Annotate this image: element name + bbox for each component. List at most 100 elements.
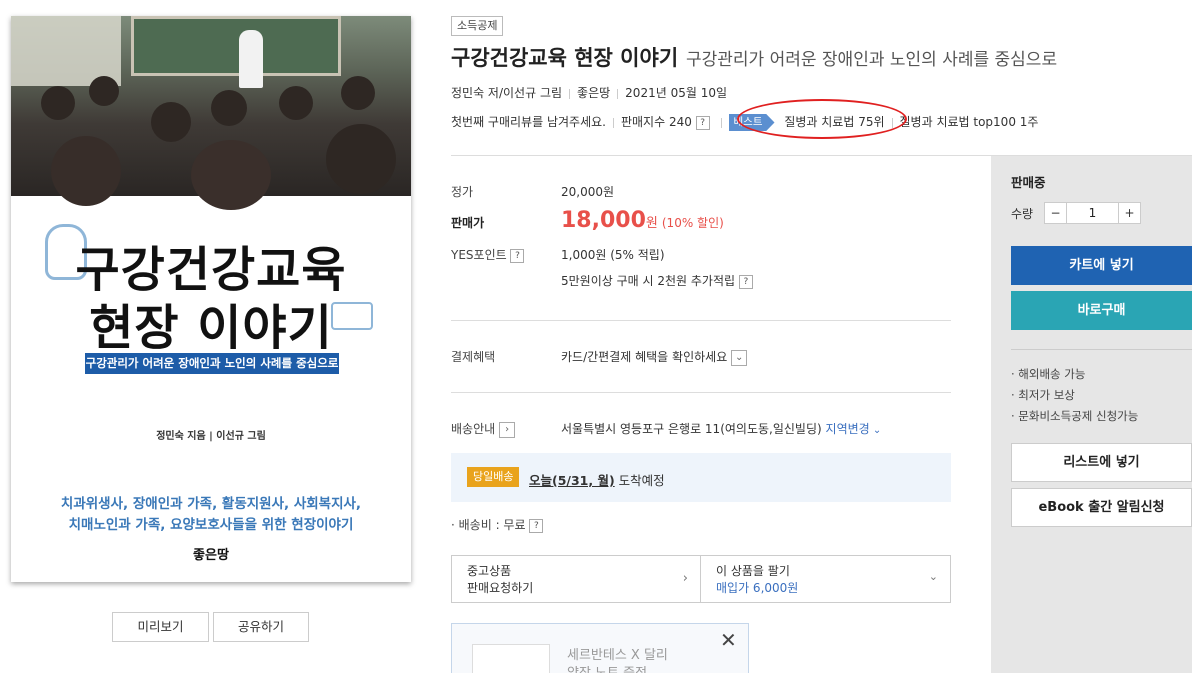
review-prompt-link[interactable]: 첫번째 구매리뷰를 남겨주세요.: [451, 115, 606, 129]
delivery-estimate-box: 당일배송 오늘(5/31, 월) 도착예정: [451, 453, 951, 502]
promo-image: [472, 644, 550, 673]
cover-photo-person: [89, 76, 119, 106]
used-request-label: 판매요청하기: [467, 581, 534, 595]
add-to-cart-button[interactable]: 카트에 넣기: [1011, 246, 1192, 285]
book-cover-image[interactable]: 구강건강교육 현장 이야기 구강관리가 어려운 장애인과 노인의 사례를 중심으…: [11, 16, 411, 582]
add-to-list-button[interactable]: 리스트에 넣기: [1011, 443, 1192, 482]
shipping-address-row: 서울특별시 영등포구 은행로 11(여의도동,일신빌딩) 지역변경 ⌄: [561, 420, 881, 437]
quantity-label: 수량: [1011, 207, 1034, 221]
cover-subtitle-band: 구강관리가 어려운 장애인과 노인의 사례를 중심으로: [85, 353, 339, 374]
promo-line1: 세르반테스 X 달리: [567, 648, 668, 663]
payment-benefit-text[interactable]: 카드/간편결제 혜택을 확인하세요: [561, 350, 727, 364]
panel-divider: [1011, 349, 1192, 350]
cover-authors: 정민숙 지음 | 이선규 그림: [156, 431, 266, 442]
ebook-alert-button[interactable]: eBook 출간 알림신청: [1011, 488, 1192, 527]
points-extra-row: 5만원이상 구매 시 2천원 추가적립 ?: [561, 272, 753, 289]
perk-item: · 최저가 보상: [1011, 388, 1075, 402]
arrival-estimate: 오늘(5/31, 월) 도착예정: [529, 470, 665, 489]
divider: [720, 117, 722, 128]
points-label: YES포인트: [451, 248, 507, 262]
cover-photo-person: [279, 86, 313, 120]
publish-date: 2021년 05월 10일: [625, 86, 727, 100]
sale-price-value: 18,000: [561, 208, 646, 233]
help-icon[interactable]: ?: [695, 115, 710, 130]
divider: [617, 88, 619, 99]
divider: [612, 117, 614, 128]
help-icon[interactable]: ?: [510, 248, 525, 263]
chevron-down-icon: ⌄: [928, 570, 938, 583]
share-button[interactable]: 공유하기: [213, 612, 309, 642]
chevron-right-icon: ›: [682, 571, 688, 586]
points-value: 1,000원 (5% 적립): [561, 248, 665, 262]
sale-price-label: 판매가: [451, 216, 485, 230]
buyback-price: 매입가 6,000원: [716, 581, 799, 595]
help-icon[interactable]: ?: [529, 518, 544, 533]
product-title: 구강건강교육 현장 이야기 구강관리가 어려운 장애인과 노인의 사례를 중심으…: [451, 42, 1057, 72]
chevron-down-icon[interactable]: ⌄: [731, 349, 748, 366]
sell-item-label: 이 상품을 팔기: [716, 564, 790, 578]
shipping-address: 서울특별시 영등포구 은행로 11(여의도동,일신빌딩): [561, 422, 822, 436]
purchase-panel: 판매중 수량 − 1 + 카트에 넣기 바로구매 · 해외배송 가능 · 최저가…: [991, 156, 1192, 673]
sale-price: 18,000원 (10% 할인): [561, 208, 724, 233]
sales-index: 판매지수 240: [620, 115, 692, 129]
shipping-fee: · 배송비 : 무료: [451, 518, 526, 532]
sale-status: 판매중: [1011, 175, 1046, 190]
income-deduction-tag: 소득공제: [451, 16, 504, 36]
arrival-suffix: 도착예정: [618, 473, 665, 488]
product-meta: 정민숙 저/이선규 그림 좋은땅 2021년 05월 10일: [451, 84, 727, 101]
shipping-fee-row: · 배송비 : 무료 ?: [451, 516, 544, 533]
perk-item: · 해외배송 가능: [1011, 367, 1086, 381]
list-price-label: 정가: [451, 185, 474, 199]
payment-benefit-row[interactable]: 카드/간편결제 혜택을 확인하세요 ⌄: [561, 348, 748, 366]
highlight-circle: [737, 99, 907, 139]
cover-tagline: 치매노인과 가족, 요양보호사들을 위한 현장이야기: [68, 517, 354, 533]
used-label: 중고상품: [467, 564, 512, 578]
cover-photo-blackboard: [131, 16, 341, 76]
points-label-row: YES포인트 ?: [451, 246, 525, 263]
shipping-label-row: 배송안내 ›: [451, 420, 516, 438]
quantity-decrease-button[interactable]: −: [1045, 203, 1067, 223]
used-sell-request[interactable]: 중고상품 판매요청하기 ›: [452, 556, 701, 602]
cover-photo-person: [341, 76, 375, 110]
rank-top100-link[interactable]: 질병과 치료법 top100 1주: [900, 115, 1039, 129]
cover-title-line2: 현장 이야기: [89, 300, 333, 356]
title-subtitle: 구강관리가 어려운 장애인과 노인의 사례를 중심으로: [685, 50, 1058, 70]
cover-photo: [11, 16, 411, 210]
help-icon[interactable]: ?: [738, 274, 753, 289]
cover-publisher-logo: 좋은땅: [193, 548, 229, 563]
cover-tagline: 치과위생사, 장애인과 가족, 활동지원사, 사회복지사,: [60, 496, 362, 512]
section-divider: [451, 392, 951, 393]
cover-photo-person: [151, 102, 191, 142]
preview-button[interactable]: 미리보기: [112, 612, 209, 642]
publisher-link[interactable]: 좋은땅: [577, 86, 610, 100]
sell-this-item[interactable]: 이 상품을 팔기 매입가 6,000원 ⌄: [701, 556, 950, 602]
chevron-right-icon[interactable]: ›: [499, 421, 516, 438]
close-icon[interactable]: ✕: [720, 630, 737, 650]
sale-price-unit: 원: [645, 216, 658, 231]
title-main: 구강건강교육 현장 이야기: [451, 46, 679, 70]
cover-photo-person: [211, 90, 247, 126]
cover-photo-person: [51, 136, 121, 206]
chevron-down-icon[interactable]: ⌄: [870, 425, 881, 436]
buy-now-button[interactable]: 바로구매: [1011, 291, 1192, 330]
section-divider: [451, 320, 951, 321]
arrival-date: 오늘(5/31, 월): [529, 473, 615, 488]
discount-rate: (10% 할인): [661, 216, 724, 230]
shipping-label: 배송안내: [451, 422, 496, 436]
used-goods-box: 중고상품 판매요청하기 › 이 상품을 팔기 매입가 6,000원 ⌄: [451, 555, 951, 603]
same-day-badge: 당일배송: [467, 467, 520, 487]
payment-label: 결제혜택: [451, 350, 496, 364]
promo-line2: 양장 노트 증정: [567, 662, 647, 673]
quantity-stepper: − 1 +: [1044, 202, 1141, 224]
cover-photo-person: [326, 124, 396, 194]
quantity-input[interactable]: 1: [1067, 203, 1118, 223]
author-link[interactable]: 정민숙 저/이선규 그림: [451, 86, 562, 100]
cover-photo-person: [191, 140, 271, 210]
promo-banner[interactable]: 세르반테스 X 달리 양장 노트 증정 ✕: [451, 623, 749, 673]
change-region-link[interactable]: 지역변경: [826, 422, 870, 436]
quantity-increase-button[interactable]: +: [1118, 203, 1140, 223]
cover-photo-presenter: [239, 30, 263, 88]
points-extra: 5만원이상 구매 시 2천원 추가적립: [561, 274, 736, 288]
cover-photo-person: [41, 86, 75, 120]
divider: [569, 88, 571, 99]
